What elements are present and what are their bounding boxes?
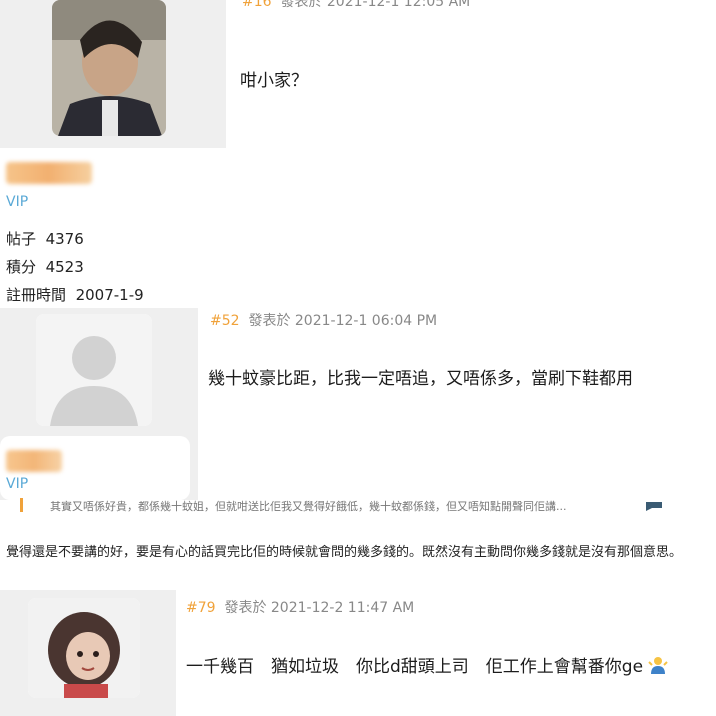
username-blurred[interactable] — [6, 162, 92, 184]
username-blurred[interactable] — [6, 450, 62, 472]
post-number[interactable]: #79 — [186, 600, 216, 616]
register-date: 註冊時間 2007-1-9 — [6, 286, 144, 304]
post-content: 一千幾百 猶如垃圾 你比d甜頭上司 佢工作上會幫番你ge — [186, 652, 669, 677]
quote-bar — [20, 498, 23, 512]
post-meta: #79 發表於 2021-12-2 11:47 AM — [186, 600, 415, 616]
reply-text: 覺得還是不要講的好，要是有心的話買完比佢的時候就會問的幾多錢的。既然沒有主動問你… — [6, 545, 683, 560]
post-content: 咁小家？ — [240, 71, 308, 91]
quote-icon — [646, 502, 662, 511]
credits-count: 積分 4523 — [6, 258, 84, 276]
avatar[interactable] — [52, 0, 166, 136]
quoted-text: 其實又唔係好貴，都係幾十蚊姐，但就咁送比佢我又覺得好餓低，幾十蚊都係錢，但又唔知… — [50, 500, 567, 513]
post-content: 幾十蚊豪比距，比我一定唔追，又唔係多，當刷下鞋都用 — [208, 369, 633, 389]
post-number[interactable]: #52 — [210, 313, 240, 329]
user-photo-icon — [28, 598, 140, 698]
person-shrugging-emoji-icon — [648, 657, 669, 674]
post-number[interactable]: #16 — [242, 0, 272, 10]
post-meta: #16 發表於 2021-12-1 12:05 AM — [242, 0, 470, 11]
posts-count: 帖子 4376 — [6, 230, 84, 248]
user-photo-icon — [52, 0, 166, 136]
vip-badge: VIP — [6, 194, 29, 210]
avatar[interactable] — [36, 314, 152, 426]
default-avatar-icon — [36, 314, 152, 426]
vip-badge: VIP — [6, 476, 29, 492]
avatar[interactable] — [28, 598, 140, 698]
post-meta: #52 發表於 2021-12-1 06:04 PM — [210, 313, 438, 329]
